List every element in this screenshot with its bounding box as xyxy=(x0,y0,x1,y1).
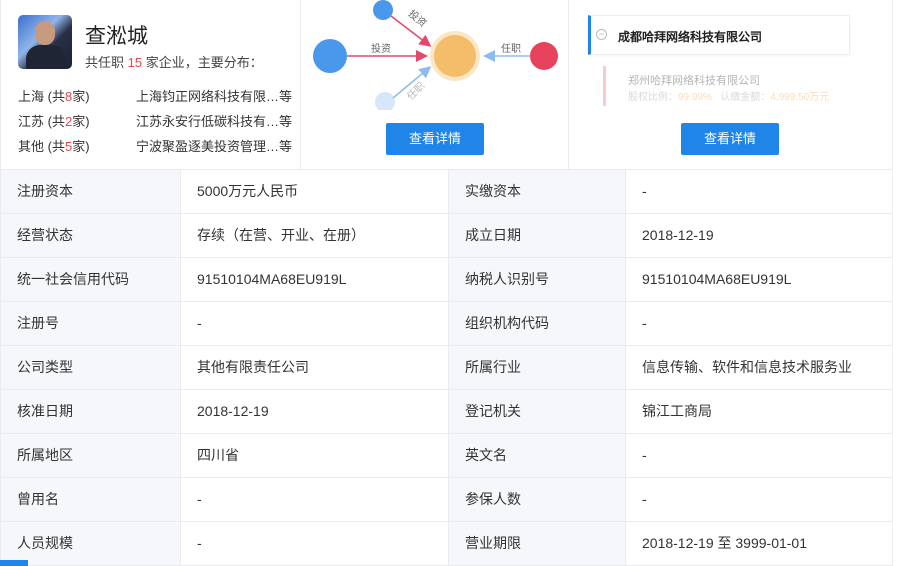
field-value: - xyxy=(181,478,449,521)
field-value: 2018-12-19 xyxy=(642,227,714,243)
field-value: 存续（在营、开业、在册） xyxy=(181,214,449,257)
edge-label: 投资 xyxy=(406,7,430,30)
field-label: 英文名 xyxy=(449,434,626,477)
view-graph-details-button[interactable]: 查看详情 xyxy=(386,123,484,155)
person-summary: 共任职 15 家企业，主要分布： xyxy=(85,55,263,70)
field-value: 91510104MA68EU919L xyxy=(181,258,449,301)
field-value: 2018-12-19 xyxy=(181,390,449,433)
summary-panel: 查淞城 共任职 15 家企业，主要分布： 上海 (共8家) 上海钧正网络科技有限…… xyxy=(0,0,893,170)
field-label: 核准日期 xyxy=(1,390,181,433)
table-row: 注册号 - 组织机构代码 - xyxy=(0,302,893,346)
field-value: - xyxy=(642,491,647,507)
table-row: 所属地区 四川省 英文名 - xyxy=(0,434,893,478)
field-value: - xyxy=(642,315,647,331)
field-label: 公司类型 xyxy=(1,346,181,389)
view-tree-details-button[interactable]: 查看详情 xyxy=(681,123,779,155)
node-company[interactable] xyxy=(373,0,393,20)
field-label: 人员规模 xyxy=(1,522,181,565)
distribution-row[interactable]: 其他 (共5家) 宁波聚盈逐美投资管理…等 xyxy=(18,136,293,155)
edge-label: 投资 xyxy=(371,42,391,55)
field-value: - xyxy=(181,522,449,565)
person-name[interactable]: 查淞城 xyxy=(85,20,148,50)
field-label: 曾用名 xyxy=(1,478,181,521)
distribution-row[interactable]: 上海 (共8家) 上海钧正网络科技有限…等 xyxy=(18,86,293,105)
field-label: 注册号 xyxy=(1,302,181,345)
field-value: - xyxy=(642,447,647,463)
scrollbar-thumb[interactable] xyxy=(0,560,28,566)
table-row: 核准日期 2018-12-19 登记机关 锦江工商局 xyxy=(0,390,893,434)
node-company[interactable] xyxy=(375,92,395,110)
child-company-name: 郑州哈拜网络科技有限公司 xyxy=(628,75,760,87)
field-label: 组织机构代码 xyxy=(449,302,626,345)
table-row: 曾用名 - 参保人数 - xyxy=(0,478,893,522)
field-value: 信息传输、软件和信息技术服务业 xyxy=(642,359,852,375)
field-label: 实缴资本 xyxy=(449,170,626,213)
root-company-name: 成都哈拜网络科技有限公司 xyxy=(618,30,763,44)
field-value: 其他有限责任公司 xyxy=(181,346,449,389)
table-row: 公司类型 其他有限责任公司 所属行业 信息传输、软件和信息技术服务业 xyxy=(0,346,893,390)
field-value: 四川省 xyxy=(181,434,449,477)
field-label: 登记机关 xyxy=(449,390,626,433)
table-row: 注册资本 5000万元人民币 实缴资本 - xyxy=(0,170,893,214)
field-label: 参保人数 xyxy=(449,478,626,521)
node-person[interactable] xyxy=(530,42,558,70)
field-label: 经营状态 xyxy=(1,214,181,257)
node-company[interactable] xyxy=(313,39,347,73)
collapse-icon[interactable]: − xyxy=(596,29,607,40)
edge-label: 任职 xyxy=(404,79,427,102)
tree-child-node[interactable]: 郑州哈拜网络科技有限公司 股权比例：99.99% 认缴金额：4,999.50万元 xyxy=(603,66,865,106)
field-label: 统一社会信用代码 xyxy=(1,258,181,301)
table-row: 经营状态 存续（在营、开业、在册） 成立日期 2018-12-19 xyxy=(0,214,893,258)
child-equity-info: 股权比例：99.99% 认缴金额：4,999.50万元 xyxy=(628,92,830,103)
avatar[interactable] xyxy=(18,15,72,69)
relation-graph: 投资 投资 任职 任职 查看详情 xyxy=(301,0,569,169)
distribution-row[interactable]: 江苏 (共2家) 江苏永安行低碳科技有…等 xyxy=(18,111,293,130)
table-row: 人员规模 - 营业期限 2018-12-19 至 3999-01-01 xyxy=(0,522,893,566)
field-label: 所属行业 xyxy=(449,346,626,389)
table-row: 统一社会信用代码 91510104MA68EU919L 纳税人识别号 91510104… xyxy=(0,258,893,302)
field-value: 锦江工商局 xyxy=(642,403,712,419)
field-value: 5000万元人民币 xyxy=(181,170,449,213)
edge-label: 任职 xyxy=(501,42,521,55)
field-value: - xyxy=(642,183,647,199)
graph-svg: 投资 投资 任职 任职 xyxy=(313,0,558,110)
field-value: - xyxy=(181,302,449,345)
equity-tree: − 成都哈拜网络科技有限公司 郑州哈拜网络科技有限公司 股权比例：99.99% … xyxy=(569,0,892,169)
field-value: 2018-12-19 至 3999-01-01 xyxy=(642,535,808,551)
field-label: 注册资本 xyxy=(1,170,181,213)
person-card: 查淞城 共任职 15 家企业，主要分布： 上海 (共8家) 上海钧正网络科技有限…… xyxy=(1,0,301,169)
field-value: 91510104MA68EU919L xyxy=(642,271,792,287)
field-label: 成立日期 xyxy=(449,214,626,257)
field-label: 所属地区 xyxy=(1,434,181,477)
field-label: 营业期限 xyxy=(449,522,626,565)
tree-root-node[interactable]: − 成都哈拜网络科技有限公司 xyxy=(588,15,850,55)
field-label: 纳税人识别号 xyxy=(449,258,626,301)
